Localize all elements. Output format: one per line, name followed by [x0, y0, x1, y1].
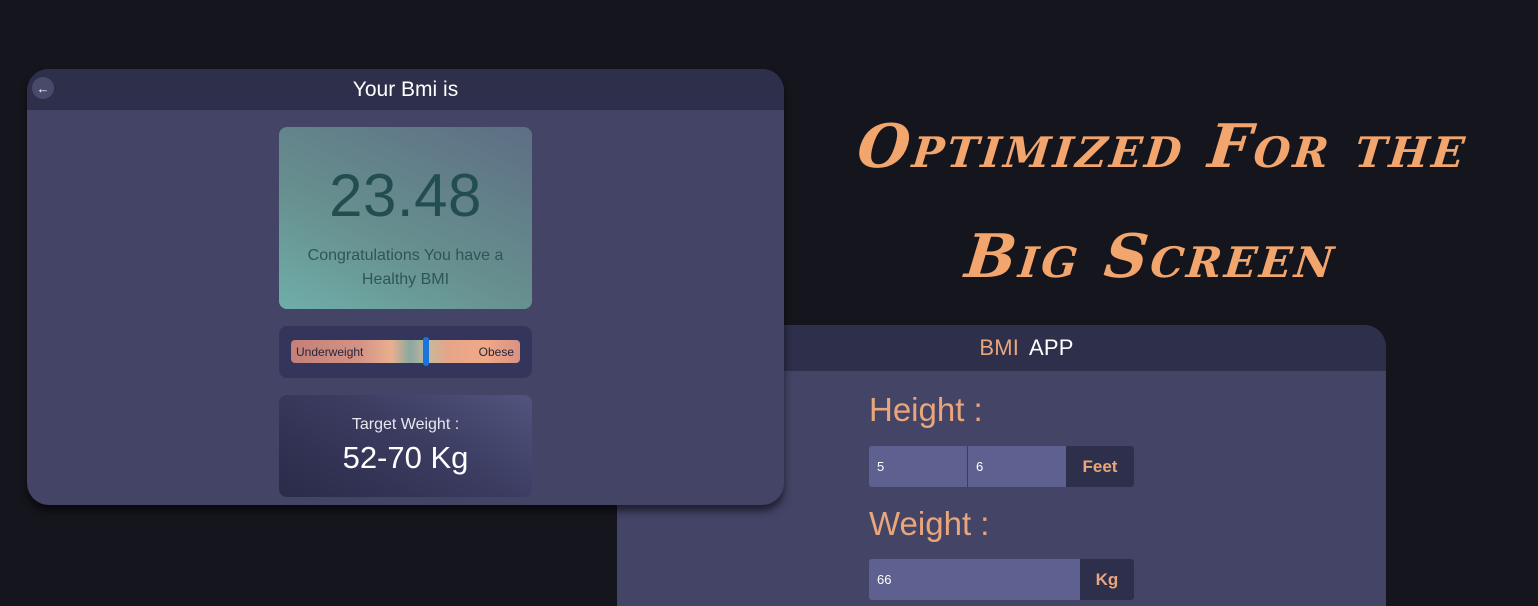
weight-field-row: 66 Kg [869, 559, 1134, 600]
bmi-scale-bar: Underweight Obese [291, 337, 520, 366]
app-title: APP [1029, 335, 1074, 360]
stage: BMI APP Height : 5 6 Feet Weight : 66 Kg… [0, 0, 1538, 606]
result-title: Your Bmi is [352, 77, 459, 101]
target-weight-label: Target Weight : [351, 416, 460, 433]
target-weight-value: 52-70 Kg [342, 440, 469, 475]
scale-underweight-label: Underweight [296, 345, 364, 359]
bmi-scale-marker [423, 337, 430, 366]
app-title-accent: BMI [979, 335, 1020, 360]
weight-label: Weight : [869, 505, 990, 542]
height-inches-input[interactable]: 6 [967, 446, 1066, 487]
back-button[interactable]: ← [32, 77, 54, 99]
height-feet-input[interactable]: 5 [869, 446, 967, 487]
target-weight-card: Target Weight : 52-70 Kg [279, 395, 532, 497]
bmi-value-card: 23.48 Congratulations You have a Healthy… [279, 127, 532, 309]
bmi-message: Congratulations You have a Healthy BMI [307, 247, 504, 288]
scale-obese-label: Obese [478, 345, 514, 359]
height-label: Height : [869, 391, 983, 428]
headline-line-2: Big Screen [961, 222, 1341, 292]
height-unit-button[interactable]: Feet [1066, 446, 1134, 487]
bmi-result-window: ← Your Bmi is 23.48 Congratulations You … [27, 69, 784, 505]
bmi-scale-card: Underweight Obese [279, 326, 532, 378]
bmi-value: 23.48 [329, 162, 482, 229]
weight-input[interactable]: 66 [869, 559, 1080, 600]
promo-headline: Optimized For the Big Screen [800, 92, 1513, 312]
height-field-row: 5 6 Feet [869, 446, 1134, 487]
weight-unit-button[interactable]: Kg [1080, 559, 1134, 600]
arrow-left-icon: ← [36, 80, 50, 96]
headline-line-1: Optimized For the [854, 112, 1472, 182]
result-app-bar: ← Your Bmi is [27, 69, 784, 110]
